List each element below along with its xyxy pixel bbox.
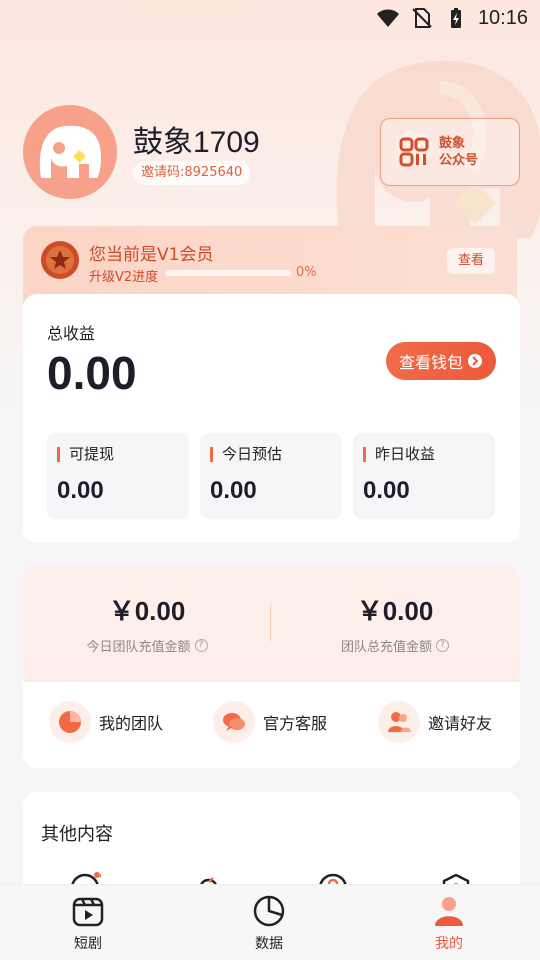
upgrade-progress-bar: [165, 270, 291, 276]
official-account-label: 鼓象 公众号: [439, 135, 478, 169]
status-bar: 10:16: [0, 0, 540, 36]
official-account-button[interactable]: 鼓象 公众号: [380, 118, 520, 186]
clock: 10:16: [477, 6, 528, 29]
qr-code-icon: [399, 137, 429, 167]
users-icon: [388, 712, 411, 732]
tab-mine[interactable]: 我的: [409, 893, 489, 953]
battery-charging-icon: [450, 8, 461, 28]
tab-short-drama-label: 短剧: [74, 936, 102, 952]
stat-value: 0.00: [363, 477, 410, 504]
total-team-recharge: ￥0.00 团队总充值金额 ?: [271, 591, 519, 655]
other-content-title: 其他内容: [41, 824, 113, 845]
stat-label: 可提现: [57, 447, 114, 462]
pie-chart-icon: [59, 711, 81, 733]
video-icon: [72, 897, 104, 927]
view-wallet-button[interactable]: 查看钱包: [386, 342, 496, 380]
tab-data[interactable]: 数据: [229, 893, 309, 953]
total-earnings-value: 0.00: [47, 347, 137, 399]
stat-withdrawable[interactable]: 可提现 0.00: [47, 433, 189, 519]
customer-service-label: 官方客服: [263, 714, 328, 733]
action-icon-wrap: [49, 701, 91, 743]
today-team-recharge-caption: 今日团队充值金额 ?: [23, 636, 271, 655]
pie-chart-icon: [253, 895, 285, 927]
chevron-right-circle-icon: [468, 354, 482, 368]
stat-yesterday[interactable]: 昨日收益 0.00: [353, 433, 495, 519]
medal-icon: [41, 241, 79, 279]
bottom-nav: 短剧 数据 我的: [0, 884, 540, 960]
action-icon-wrap: [378, 701, 420, 743]
avatar[interactable]: [23, 105, 117, 199]
tab-short-drama[interactable]: 短剧: [48, 893, 128, 953]
today-team-recharge: ￥0.00 今日团队充值金额 ?: [23, 591, 271, 655]
total-team-recharge-label: 团队总充值金额: [340, 640, 432, 655]
invite-code[interactable]: 邀请码:8925640: [133, 161, 251, 185]
stat-value: 0.00: [210, 477, 257, 504]
upgrade-progress-text: 0%: [296, 265, 317, 280]
total-team-recharge-caption: 团队总充值金额 ?: [271, 636, 519, 655]
view-wallet-label: 查看钱包: [398, 353, 463, 372]
stat-label: 昨日收益: [363, 447, 435, 462]
my-team-label: 我的团队: [99, 714, 164, 733]
total-earnings-label: 总收益: [47, 324, 96, 343]
tab-mine-label: 我的: [435, 936, 463, 952]
membership-title: 您当前是V1会员: [89, 245, 214, 265]
stat-label: 今日预估: [210, 447, 282, 462]
invite-friends-button[interactable]: 邀请好友: [378, 701, 492, 743]
user-icon: [435, 897, 463, 926]
official-account-line1: 鼓象: [439, 136, 466, 151]
team-recharge-summary: ￥0.00 今日团队充值金额 ? ￥0.00 团队总充值金额 ?: [23, 565, 520, 682]
upgrade-progress-label: 升级V2进度: [89, 270, 159, 285]
team-card: ￥0.00 今日团队充值金额 ? ￥0.00 团队总充值金额 ? 我的团队 官方…: [23, 565, 520, 768]
username: 鼓象1709: [133, 126, 260, 159]
customer-service-button[interactable]: 官方客服: [213, 701, 327, 743]
tab-data-label: 数据: [255, 936, 283, 952]
today-team-recharge-label: 今日团队充值金额: [86, 640, 191, 655]
stat-today-estimate[interactable]: 今日预估 0.00: [200, 433, 342, 519]
no-sim-icon: [412, 8, 432, 28]
elephant-logo-icon: [39, 125, 101, 178]
action-icon-wrap: [213, 701, 255, 743]
invite-friends-label: 邀请好友: [428, 714, 493, 733]
chat-bubbles-icon: [223, 713, 245, 731]
stat-value: 0.00: [57, 477, 104, 504]
official-account-line2: 公众号: [439, 153, 479, 168]
earnings-card: 总收益 0.00 查看钱包 可提现 0.00 今日预估 0.00 昨日收益 0.…: [23, 294, 520, 543]
view-membership-button[interactable]: 查看: [447, 248, 495, 274]
my-team-button[interactable]: 我的团队: [49, 701, 163, 743]
today-team-recharge-amount: ￥0.00: [108, 596, 186, 626]
help-icon[interactable]: ?: [436, 639, 449, 652]
help-icon[interactable]: ?: [194, 639, 208, 652]
total-team-recharge-amount: ￥0.00: [356, 596, 434, 626]
wifi-icon: [376, 9, 399, 27]
